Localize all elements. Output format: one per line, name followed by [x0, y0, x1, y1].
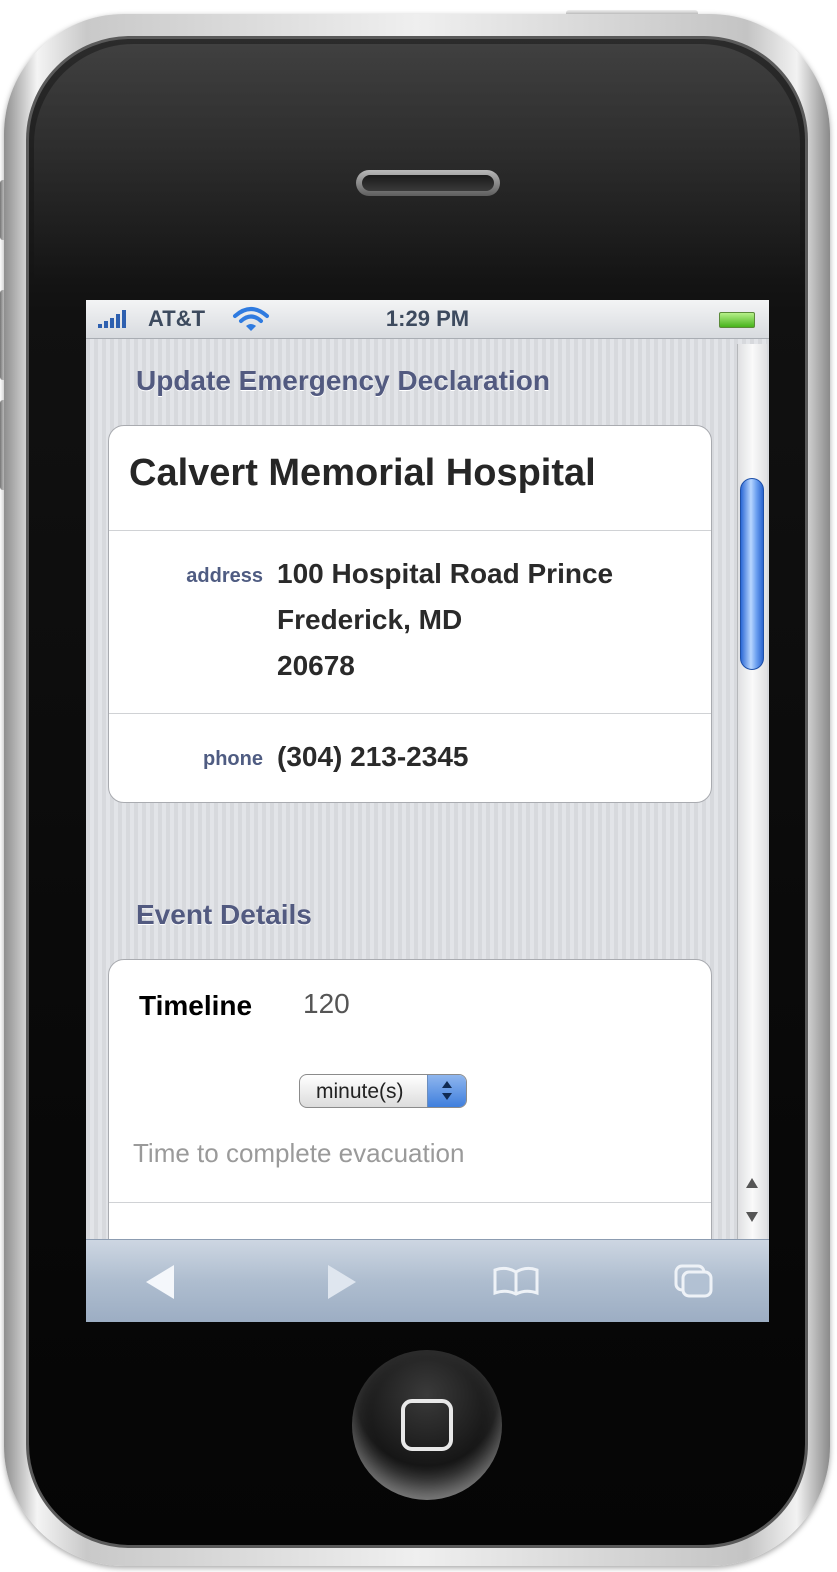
phone-row[interactable]: phone (304) 213-2345 [109, 714, 711, 802]
page-title: Update Emergency Declaration [136, 365, 550, 396]
battery-icon [719, 312, 755, 328]
home-button[interactable] [352, 1350, 502, 1500]
scroll-thumb[interactable] [740, 478, 764, 670]
pages-icon[interactable] [674, 1264, 714, 1298]
phone-value[interactable]: (304) 213-2345 [277, 734, 468, 780]
scroll-down-icon[interactable] [746, 1212, 758, 1222]
hospital-name: Calvert Memorial Hospital [129, 452, 596, 494]
back-icon[interactable] [146, 1265, 174, 1299]
event-details-title: Event Details [136, 899, 312, 930]
bookmarks-icon[interactable] [492, 1266, 540, 1296]
timeline-unit-value: minute(s) [316, 1080, 404, 1103]
timeline-label: Timeline [139, 990, 253, 1021]
address-row[interactable]: address 100 Hospital Road Prince Frederi… [109, 531, 711, 714]
address-value: 100 Hospital Road Prince Frederick, MD 2… [277, 551, 613, 689]
address-line-2: Frederick, MD [277, 604, 463, 635]
phone-label: phone [203, 748, 263, 770]
timeline-unit-select[interactable]: minute(s) [299, 1074, 467, 1108]
address-label: address [186, 565, 263, 587]
forward-icon[interactable] [328, 1265, 356, 1299]
status-bar: AT&T 1:29 PM [86, 300, 769, 339]
phone-screen: AT&T 1:29 PM Update Emergency Declaratio… [86, 300, 769, 1322]
address-line-3: 20678 [277, 650, 355, 681]
page-content[interactable]: Update Emergency Declaration Calvert Mem… [86, 339, 769, 1239]
event-details-card: Timeline 120 minute(s) Time to complete … [108, 959, 712, 1239]
earpiece-speaker [356, 170, 500, 196]
hospital-card: Calvert Memorial Hospital address 100 Ho… [108, 425, 712, 803]
address-line-1: 100 Hospital Road Prince [277, 558, 614, 589]
safari-toolbar [86, 1239, 769, 1322]
timeline-input[interactable]: 120 [303, 988, 350, 1020]
next-row[interactable] [109, 1203, 711, 1239]
scroll-up-icon[interactable] [746, 1178, 758, 1188]
scrollbar[interactable] [737, 344, 767, 1239]
home-square-icon [401, 1399, 453, 1451]
select-arrows-icon [427, 1075, 466, 1107]
timeline-row: Timeline 120 minute(s) Time to complete … [109, 960, 711, 1203]
status-time: 1:29 PM [385, 306, 470, 331]
timeline-hint: Time to complete evacuation [133, 1138, 465, 1168]
hospital-name-row: Calvert Memorial Hospital [109, 426, 711, 531]
